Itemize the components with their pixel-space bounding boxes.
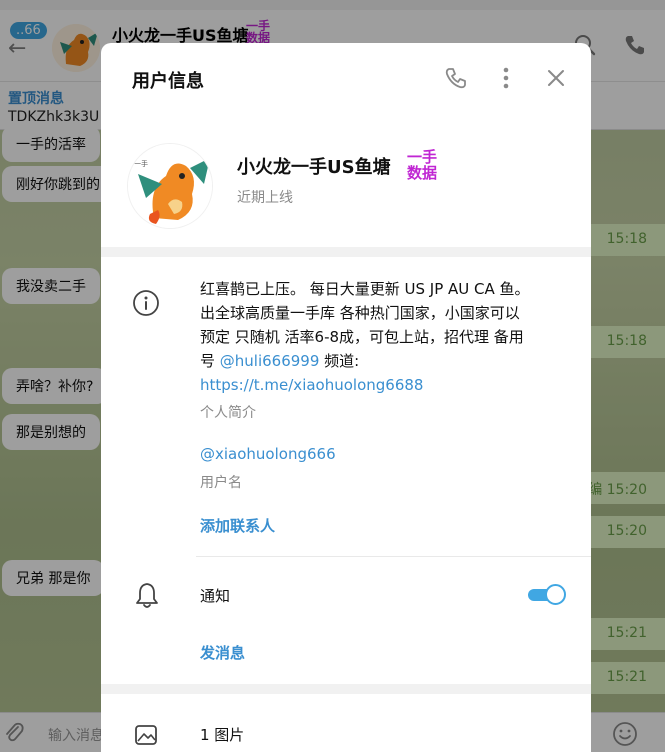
channel-link[interactable]: https://t.me/xiaohuolong6688 bbox=[200, 373, 560, 397]
bio-line: 预定 只随机 活率6-8成，可包上站，招代理 备用 bbox=[200, 328, 524, 346]
add-contact-button[interactable]: 添加联系人 bbox=[200, 515, 275, 536]
profile-name: 小火龙一手US鱼塘 bbox=[237, 157, 391, 178]
notifications-label: 通知 bbox=[200, 587, 231, 605]
dialog-header: 用户信息 bbox=[101, 43, 591, 113]
dragon-avatar-icon: 一手 bbox=[128, 144, 212, 228]
profile-badge: 一手 数据 bbox=[407, 149, 437, 181]
bio-suffix: 频道: bbox=[319, 352, 360, 370]
profile-avatar[interactable]: 一手 bbox=[127, 143, 213, 229]
user-info-dialog: 用户信息 一手 小火龙一手US鱼塘 一手 数据 近期上线 红喜鹊已上压。 每日大… bbox=[101, 43, 591, 752]
divider bbox=[196, 556, 591, 557]
profile-section: 一手 小火龙一手US鱼塘 一手 数据 近期上线 bbox=[101, 113, 591, 249]
bio-line: 号 @huli666999 频道: bbox=[200, 349, 560, 373]
more-vertical-icon bbox=[503, 67, 509, 89]
bell-icon bbox=[136, 583, 158, 608]
more-button[interactable] bbox=[493, 65, 519, 91]
bio-line: 出全球高质量一手库 各种热门国家，小国家可以 bbox=[200, 304, 520, 322]
media-images-item[interactable]: 1 图片 bbox=[200, 724, 244, 745]
call-button[interactable] bbox=[443, 65, 469, 91]
notifications-toggle[interactable] bbox=[528, 584, 566, 606]
close-icon bbox=[548, 70, 564, 86]
bio-caption: 个人简介 bbox=[200, 405, 256, 421]
toggle-knob bbox=[545, 584, 566, 605]
section-divider bbox=[101, 684, 591, 694]
bio-text: 红喜鹊已上压。 每日大量更新 US JP AU CA 鱼。 出全球高质量一手库 … bbox=[200, 277, 560, 397]
info-icon bbox=[133, 290, 159, 316]
send-message-button[interactable]: 发消息 bbox=[200, 642, 245, 663]
image-icon bbox=[135, 725, 157, 745]
badge-line-2: 数据 bbox=[407, 164, 438, 182]
close-button[interactable] bbox=[543, 65, 569, 91]
svg-text:一手: 一手 bbox=[134, 159, 148, 168]
bio-handle-link[interactable]: @huli666999 bbox=[220, 352, 320, 370]
bio-prefix: 号 bbox=[200, 352, 220, 370]
dialog-title: 用户信息 bbox=[132, 71, 204, 92]
bio-line: 红喜鹊已上压。 每日大量更新 US JP AU CA 鱼。 bbox=[200, 280, 530, 298]
badge-line-1: 一手 bbox=[407, 148, 438, 166]
section-divider bbox=[101, 247, 591, 257]
username-link[interactable]: @xiaohuolong666 bbox=[200, 445, 336, 463]
username-caption: 用户名 bbox=[200, 475, 242, 491]
phone-icon bbox=[445, 68, 466, 89]
last-seen-status: 近期上线 bbox=[237, 190, 293, 206]
